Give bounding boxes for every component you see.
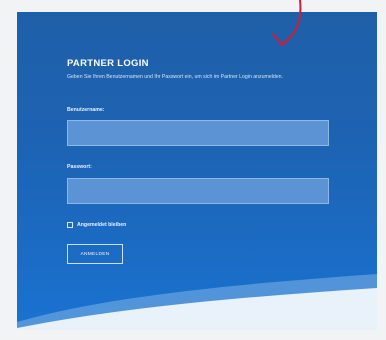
remember-me-label: Angemeldet bleiben: [77, 222, 127, 228]
password-field[interactable]: [67, 178, 329, 204]
login-title: PARTNER LOGIN: [67, 58, 149, 69]
annotation-arrow-icon: [272, 0, 302, 46]
partner-login-panel: PARTNER LOGIN Geben Sie Ihren Benutzerna…: [17, 12, 377, 330]
remember-me-checkbox[interactable]: [67, 222, 73, 228]
username-label: Benutzername:: [67, 107, 105, 113]
username-field[interactable]: [67, 120, 329, 146]
remember-me-option[interactable]: Angemeldet bleiben: [67, 222, 126, 228]
login-intro-text: Geben Sie Ihren Benutzernamen und Ihr Pa…: [67, 74, 283, 80]
password-label: Passwort:: [67, 164, 92, 170]
login-button[interactable]: ANMELDEN: [67, 244, 123, 264]
wave-decoration: [17, 274, 377, 330]
page-background: PARTNER LOGIN Geben Sie Ihren Benutzerna…: [0, 0, 386, 340]
